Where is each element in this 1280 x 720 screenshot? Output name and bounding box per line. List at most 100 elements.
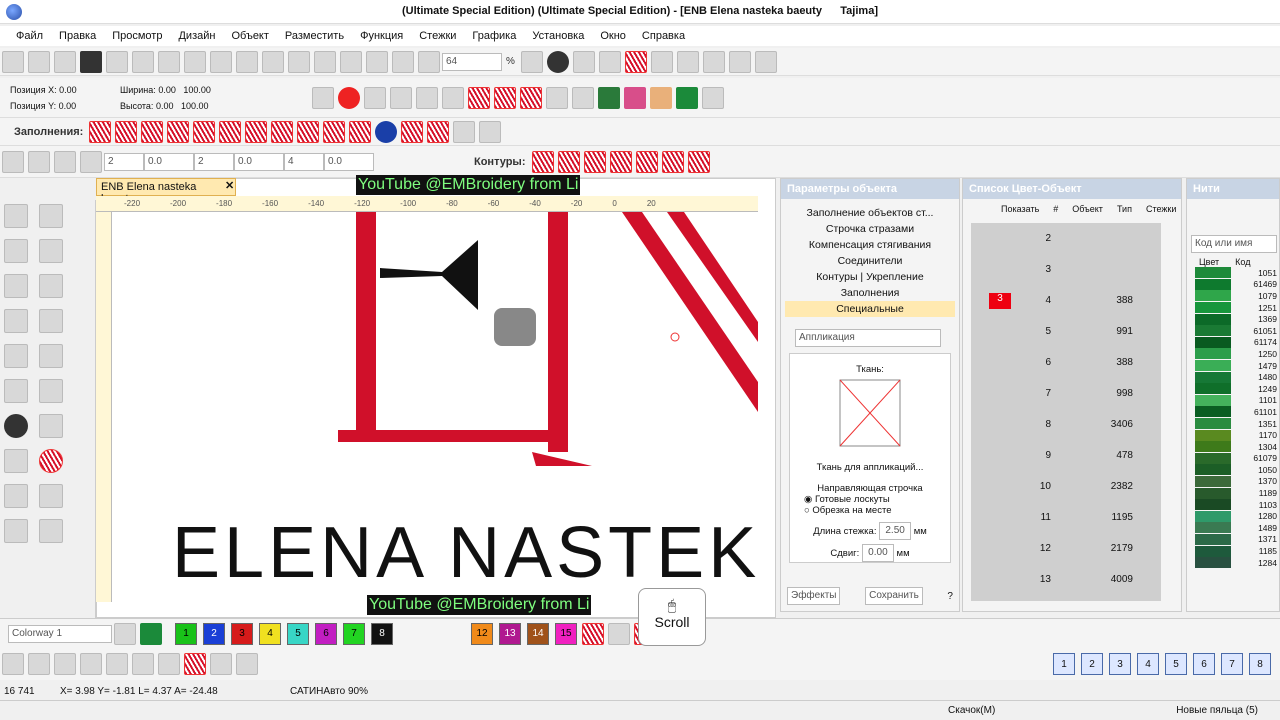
color-swatch[interactable]: 5 [287,622,309,645]
spacing-input-3[interactable]: 2 [194,152,234,171]
zoom-select[interactable]: 64 [442,52,502,71]
color-swatch[interactable]: 13 [499,622,521,645]
fill-mesh-icon[interactable] [427,120,450,143]
props-special[interactable]: Специальные [785,301,955,317]
fill-arc-icon[interactable] [323,120,346,143]
info-icon[interactable] [546,50,569,73]
scale-icon[interactable] [546,86,568,109]
zoom-out-icon[interactable] [418,50,440,73]
thread-row[interactable]: 1189 [1195,487,1277,499]
contour-triple-icon[interactable] [583,150,606,173]
list-item[interactable]: 6 388 [971,347,1161,378]
hoop-button[interactable]: 8 [1249,653,1271,675]
contour-blanket-icon[interactable] [687,150,710,173]
function-icon[interactable] [210,653,232,675]
bucket-icon[interactable] [572,86,594,109]
list-item[interactable]: 10 2382 [971,471,1161,502]
applique-shape[interactable] [380,240,478,310]
stamp-icon[interactable] [728,50,751,73]
thread-row[interactable]: 1304 [1195,441,1277,453]
tshirt-icon[interactable] [676,86,698,109]
balloon-icon[interactable] [364,86,386,109]
design-text-elena[interactable]: ELENA NASTEK [172,512,758,594]
thread-row[interactable]: 61051 [1195,325,1277,337]
thread-chart-icon[interactable] [624,50,647,73]
document-tab[interactable]: ENB Elena nasteka baeuty [96,178,236,205]
list-item[interactable]: 3 [971,254,1161,285]
list-item[interactable]: 12 2179 [971,533,1161,564]
select-arrow-icon[interactable] [4,204,28,228]
satin-icon[interactable] [468,86,490,109]
scale-tool-icon[interactable] [4,449,28,473]
palette-icon[interactable] [340,50,362,73]
help-icon[interactable]: ? [947,591,953,602]
thread-row[interactable]: 1369 [1195,313,1277,325]
color-swatch[interactable]: 8 [371,622,393,645]
fill-3d-icon[interactable] [479,120,502,143]
align-left-icon[interactable] [80,653,102,675]
hoop-icon[interactable] [314,50,336,73]
thread-search-input[interactable]: Код или имя [1191,235,1277,253]
letter-h-base[interactable] [338,430,568,442]
menu-help[interactable]: Справка [642,30,685,42]
colorbar-icon[interactable] [114,622,136,645]
height-value[interactable]: 0.00 [156,101,174,111]
tatami-icon[interactable] [494,86,516,109]
thread-row[interactable]: 1101 [1195,394,1277,407]
stop-icon[interactable] [184,653,206,675]
stitch-length-input[interactable]: 2.50 [879,522,912,540]
hide-icon[interactable] [54,653,76,675]
props-fills[interactable]: Заполнения [785,285,955,301]
thread-row[interactable]: 1103 [1195,499,1277,511]
rectangle-icon[interactable] [4,274,28,298]
props-underlay[interactable]: Укрепление [866,271,924,283]
redo-icon[interactable] [288,50,310,73]
target-icon[interactable] [4,414,28,438]
hoop-button[interactable]: 1 [1053,653,1075,675]
props-rhinestone[interactable]: Строчка стразами [785,221,955,237]
height-percent[interactable]: 100.00 [181,101,209,111]
cut-icon[interactable] [184,50,206,73]
list-item[interactable]: 11 1195 [971,502,1161,533]
thread-row[interactable]: 61469 [1195,278,1277,291]
align-right-icon[interactable] [132,653,154,675]
group-icon[interactable] [54,150,76,173]
paste-icon[interactable] [236,50,258,73]
props-fill-objects[interactable]: Заполнение объектов ст... [785,205,955,221]
spacing-input-6[interactable]: 0.0 [324,152,374,171]
layout-icon[interactable] [676,50,699,73]
applique-field[interactable]: Аппликация [795,329,941,347]
color-swatch[interactable]: 7 [343,622,365,645]
list-item[interactable]: 3 4 388 [971,285,1161,316]
close-tab-icon[interactable]: ✕ [225,179,234,192]
copy-icon[interactable] [210,50,232,73]
reshape-icon[interactable] [4,239,28,263]
contour-dash-icon[interactable] [557,150,580,173]
thread-row[interactable]: 1284 [1195,557,1277,569]
width-percent[interactable]: 100.00 [183,85,211,95]
split-icon[interactable] [39,519,64,543]
menu-function[interactable]: Функция [360,30,403,42]
pos-x-value[interactable]: 0.00 [59,85,77,95]
text-tool-icon[interactable] [4,309,28,333]
list-item[interactable]: 7 998 [971,378,1161,409]
pen-icon[interactable] [39,379,64,403]
menu-view[interactable]: Просмотр [112,30,162,42]
spacing-input-4[interactable]: 0.0 [234,152,284,171]
menu-edit[interactable]: Правка [59,30,96,42]
open-file-icon[interactable] [28,50,50,73]
gauge-icon[interactable] [236,653,258,675]
list-item[interactable]: 9 478 [971,440,1161,471]
thread-row[interactable]: 1489 [1195,522,1277,534]
show-button[interactable]: Показать [1001,204,1039,214]
save-props-button[interactable]: Сохранить [865,587,923,605]
column-icon[interactable] [39,309,64,333]
list-item[interactable]: 13 4009 [971,564,1161,595]
ball-icon[interactable] [608,622,630,645]
thread-row[interactable]: 61101 [1195,406,1277,418]
tshirt-color-icon[interactable] [140,622,162,645]
ellipse-icon[interactable] [39,274,64,298]
list-item[interactable]: 8 3406 [971,409,1161,440]
ungroup-icon[interactable] [80,150,102,173]
spacing-input-1[interactable]: 2 [104,152,144,171]
